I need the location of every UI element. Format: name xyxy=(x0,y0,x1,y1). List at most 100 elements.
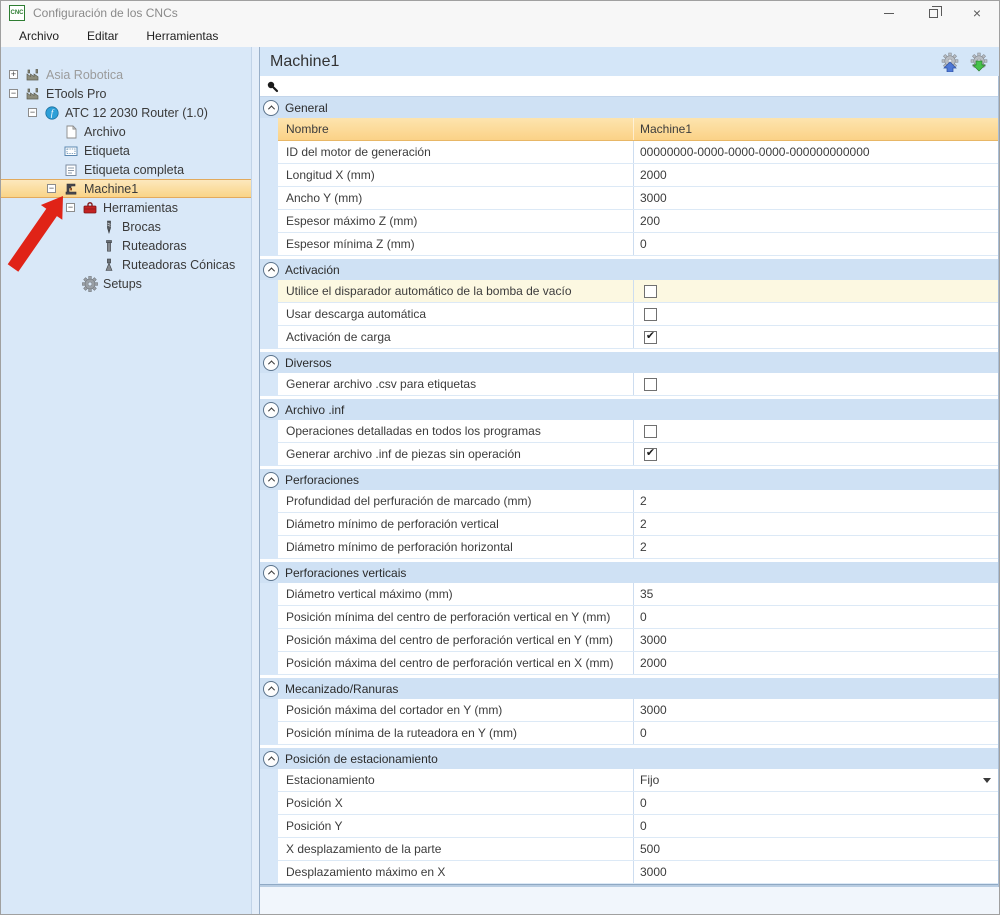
property-value[interactable]: 500 xyxy=(634,838,998,860)
property-row[interactable]: Posición mínima del centro de perforació… xyxy=(278,606,998,629)
search-input[interactable] xyxy=(284,78,998,94)
property-row[interactable]: Diámetro mínimo de perforación vertical … xyxy=(278,513,998,536)
property-row[interactable]: Usar descarga automática xyxy=(278,303,998,326)
chevron-down-icon[interactable] xyxy=(983,778,991,783)
property-value[interactable]: 2 xyxy=(634,490,998,512)
property-row[interactable]: Utilice el disparador automático de la b… xyxy=(278,280,998,303)
restore-button[interactable] xyxy=(911,1,955,25)
section-header[interactable]: Activación xyxy=(260,259,998,280)
property-value[interactable]: 2000 xyxy=(634,164,998,186)
property-row[interactable]: Activación de carga xyxy=(278,326,998,349)
checkbox[interactable] xyxy=(644,378,657,391)
property-value[interactable]: 0 xyxy=(634,722,998,744)
property-row[interactable]: Operaciones detalladas en todos los prog… xyxy=(278,420,998,443)
property-value[interactable]: Machine1 xyxy=(634,118,998,140)
grid-search-row[interactable] xyxy=(260,76,998,97)
property-value[interactable]: 3000 xyxy=(634,629,998,651)
property-row[interactable]: Profundidad del perfuración de marcado (… xyxy=(278,490,998,513)
property-row[interactable]: Ancho Y (mm) 3000 xyxy=(278,187,998,210)
property-value[interactable]: 2 xyxy=(634,513,998,535)
tree-item-asia-robotica[interactable]: + Asia Robotica xyxy=(1,65,251,84)
collapse-section-button[interactable] xyxy=(263,751,279,767)
property-row[interactable]: Diámetro mínimo de perforación horizonta… xyxy=(278,536,998,559)
property-row[interactable]: Posición X 0 xyxy=(278,792,998,815)
property-row[interactable]: Diámetro vertical máximo (mm) 35 xyxy=(278,583,998,606)
property-row[interactable]: Nombre Machine1 xyxy=(278,118,998,141)
collapse-section-button[interactable] xyxy=(263,355,279,371)
property-value[interactable]: 0 xyxy=(634,815,998,837)
property-row[interactable]: Posición máxima del cortador en Y (mm) 3… xyxy=(278,699,998,722)
collapse-section-button[interactable] xyxy=(263,565,279,581)
property-row[interactable]: Espesor mínima Z (mm) 0 xyxy=(278,233,998,256)
property-value[interactable]: 2000 xyxy=(634,652,998,674)
property-row[interactable]: Desplazamiento máximo en X 3000 xyxy=(278,861,998,884)
property-value[interactable]: 0 xyxy=(634,606,998,628)
estacionamiento-dropdown[interactable]: Fijo xyxy=(634,769,998,791)
collapse-minus-icon[interactable]: − xyxy=(66,203,75,212)
tree-item-machine1[interactable]: − Machine1 xyxy=(1,179,251,198)
property-value[interactable]: 0 xyxy=(634,792,998,814)
gear-upload-icon[interactable] xyxy=(940,52,960,72)
property-value[interactable]: 200 xyxy=(634,210,998,232)
section-header[interactable]: General xyxy=(260,97,998,118)
property-value[interactable]: 00000000-0000-0000-0000-000000000000 xyxy=(634,141,998,163)
collapse-section-button[interactable] xyxy=(263,262,279,278)
property-value[interactable]: 35 xyxy=(634,583,998,605)
property-row[interactable]: X desplazamiento de la parte 500 xyxy=(278,838,998,861)
collapse-minus-icon[interactable]: − xyxy=(47,184,56,193)
panel-splitter[interactable] xyxy=(251,47,259,914)
property-value[interactable]: 0 xyxy=(634,233,998,255)
property-row[interactable]: Longitud X (mm) 2000 xyxy=(278,164,998,187)
property-row[interactable]: Posición mínima de la ruteadora en Y (mm… xyxy=(278,722,998,745)
tree-item-etiqueta[interactable]: − Etiqueta xyxy=(1,141,251,160)
tree-item-etiqueta-completa[interactable]: − Etiqueta completa xyxy=(1,160,251,179)
collapse-section-button[interactable] xyxy=(263,100,279,116)
tree-item-label: Brocas xyxy=(121,220,161,234)
tree-item-brocas[interactable]: − Brocas xyxy=(1,217,251,236)
collapse-section-button[interactable] xyxy=(263,681,279,697)
checkbox[interactable] xyxy=(644,425,657,438)
property-row[interactable]: Posición Y 0 xyxy=(278,815,998,838)
checkbox[interactable] xyxy=(644,331,657,344)
checkbox[interactable] xyxy=(644,285,657,298)
property-row[interactable]: Posición máxima del centro de perforació… xyxy=(278,652,998,675)
chevron-up-icon xyxy=(267,105,274,112)
menu-editar[interactable]: Editar xyxy=(73,27,132,45)
minimize-button[interactable] xyxy=(867,1,911,25)
section-header[interactable]: Mecanizado/Ranuras xyxy=(260,678,998,699)
property-row[interactable]: Estacionamiento Fijo xyxy=(278,769,998,792)
menu-archivo[interactable]: Archivo xyxy=(5,27,73,45)
checkbox[interactable] xyxy=(644,448,657,461)
chevron-up-icon xyxy=(267,477,274,484)
expand-plus-icon[interactable]: + xyxy=(9,70,18,79)
tree-item-ruteadoras-conicas[interactable]: − Ruteadoras Cónicas xyxy=(1,255,251,274)
section-header[interactable]: Perforaciones xyxy=(260,469,998,490)
section-header[interactable]: Diversos xyxy=(260,352,998,373)
property-row[interactable]: Generar archivo .inf de piezas sin opera… xyxy=(278,443,998,466)
property-value[interactable]: 3000 xyxy=(634,699,998,721)
gear-download-icon[interactable] xyxy=(969,52,989,72)
checkbox[interactable] xyxy=(644,308,657,321)
section-header[interactable]: Archivo .inf xyxy=(260,399,998,420)
tree-item-ruteadoras[interactable]: − Ruteadoras xyxy=(1,236,251,255)
collapse-minus-icon[interactable]: − xyxy=(28,108,37,117)
section-header[interactable]: Posición de estacionamiento xyxy=(260,748,998,769)
property-value[interactable]: 3000 xyxy=(634,187,998,209)
collapse-section-button[interactable] xyxy=(263,472,279,488)
close-button[interactable]: × xyxy=(955,1,999,25)
collapse-section-button[interactable] xyxy=(263,402,279,418)
section-header[interactable]: Perforaciones verticais xyxy=(260,562,998,583)
tree-item-archivo[interactable]: − Archivo xyxy=(1,122,251,141)
property-value[interactable]: 2 xyxy=(634,536,998,558)
property-row[interactable]: Generar archivo .csv para etiquetas xyxy=(278,373,998,396)
property-row[interactable]: Posición máxima del centro de perforació… xyxy=(278,629,998,652)
tree-item-etools-pro[interactable]: − ETools Pro xyxy=(1,84,251,103)
property-row[interactable]: ID del motor de generación 00000000-0000… xyxy=(278,141,998,164)
menu-herramientas[interactable]: Herramientas xyxy=(132,27,232,45)
property-row[interactable]: Espesor máximo Z (mm) 200 xyxy=(278,210,998,233)
tree-item-herramientas[interactable]: − Herramientas xyxy=(1,198,251,217)
tree-item-setups[interactable]: − xyxy=(1,274,251,293)
collapse-minus-icon[interactable]: − xyxy=(9,89,18,98)
property-value[interactable]: 3000 xyxy=(634,861,998,883)
tree-item-atc-router[interactable]: − f ATC 12 2030 Router (1.0) xyxy=(1,103,251,122)
